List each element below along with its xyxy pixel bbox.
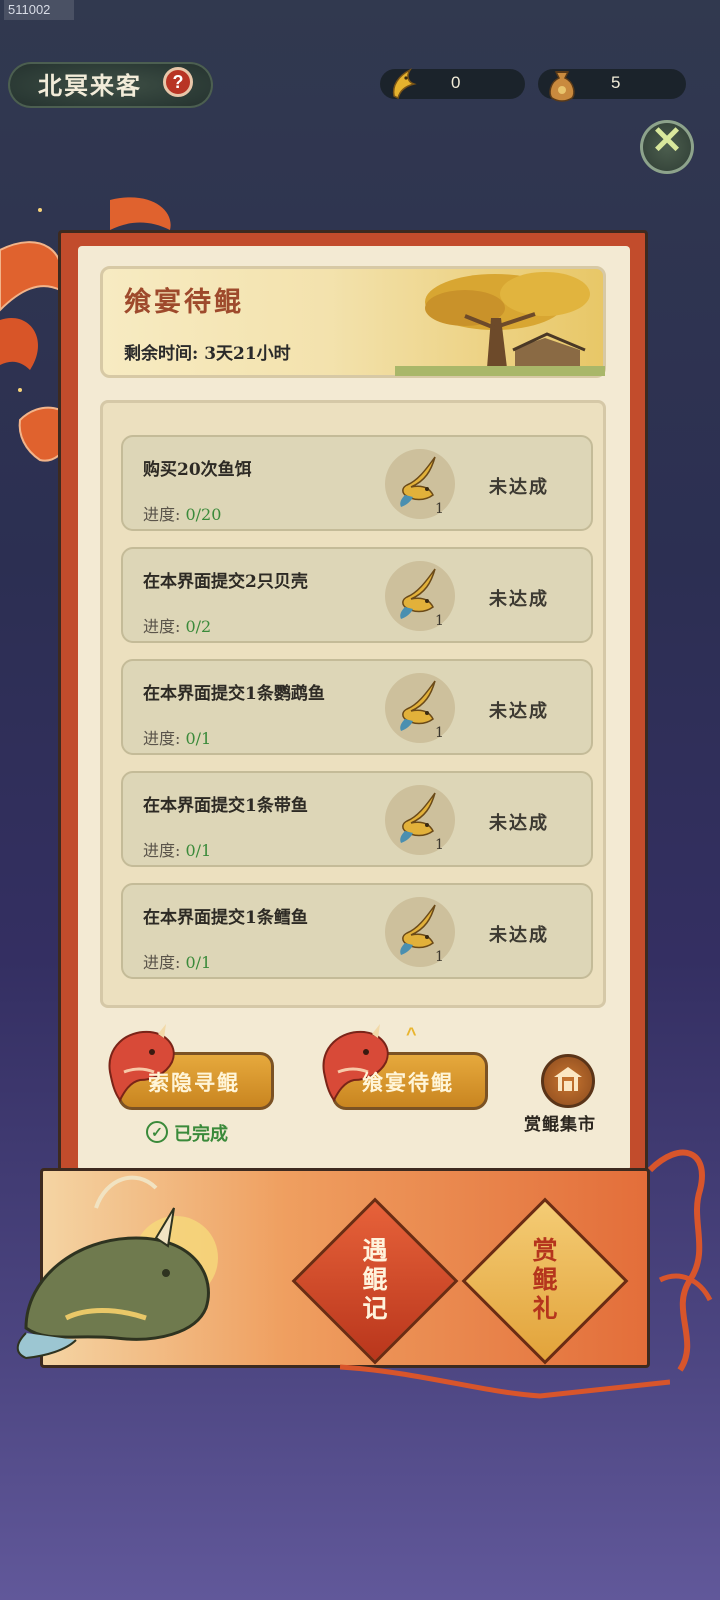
task-progress: 进度: 0/1	[143, 953, 212, 972]
task-status: 未达成	[489, 477, 549, 498]
reward-slot[interactable]	[385, 449, 455, 519]
task-progress: 进度: 0/20	[143, 505, 222, 524]
task-status: 未达成	[489, 589, 549, 610]
scroll-ribbon-icon	[647, 1149, 713, 1372]
close-x-icon[interactable]: ✕	[640, 118, 694, 172]
reward-slot[interactable]	[385, 561, 455, 631]
task-row: 购买20次鱼饵 进度: 0/20 1 未达成	[121, 435, 593, 531]
task-row: 在本界面提交1条鳕鱼 进度: 0/1 1 未达成	[121, 883, 593, 979]
completed-label: 已完成	[174, 1124, 228, 1145]
check-icon: ✓	[146, 1121, 168, 1143]
task-progress: 进度: 0/2	[143, 617, 212, 636]
reward-gift-label[interactable]: 赏鲲礼	[525, 1236, 565, 1323]
currency-bait-value: 5	[611, 73, 621, 92]
bait-sack-icon	[549, 71, 575, 102]
encounter-log-label[interactable]: 遇鲲记	[355, 1236, 395, 1323]
task-row: 在本界面提交2只贝壳 进度: 0/2 1 未达成	[121, 547, 593, 643]
task-list[interactable]: 购买20次鱼饵 进度: 0/20 1 未达成 在本界面提交2只贝壳 进度: 0/…	[100, 400, 606, 1008]
tab-feast-kun-label: 飨宴待鲲	[362, 1070, 454, 1095]
task-status: 未达成	[489, 701, 549, 722]
market-label[interactable]: 赏鲲集市	[524, 1110, 596, 1135]
reward-count: 1	[435, 613, 444, 629]
task-status: 未达成	[489, 813, 549, 834]
scroll-fringe-icon	[340, 1364, 670, 1399]
market-pavilion-icon[interactable]	[541, 1054, 595, 1108]
reward-slot[interactable]	[385, 673, 455, 743]
task-row: 在本界面提交1条鹦鹉鱼 进度: 0/1 1 未达成	[121, 659, 593, 755]
reward-slot[interactable]	[385, 785, 455, 855]
task-status: 未达成	[489, 925, 549, 946]
task-title: 在本界面提交1条带鱼	[143, 796, 308, 816]
up-arrow-icon: ^	[406, 1024, 417, 1044]
reward-slot[interactable]	[385, 897, 455, 967]
task-title: 在本界面提交2只贝壳	[143, 572, 308, 592]
reward-count: 1	[435, 949, 444, 965]
task-title: 在本界面提交1条鳕鱼	[143, 908, 308, 928]
task-progress: 进度: 0/1	[143, 729, 212, 748]
tree-landscape-icon	[395, 272, 605, 376]
task-progress: 进度: 0/1	[143, 841, 212, 860]
reward-count: 1	[435, 725, 444, 741]
remaining-time: 剩余时间: 3天21小时	[124, 344, 291, 364]
task-title: 购买20次鱼饵	[143, 460, 252, 480]
build-id: 511002	[4, 0, 74, 20]
task-title: 在本界面提交1条鹦鹉鱼	[143, 684, 325, 704]
currency-fish-value: 0	[451, 73, 461, 92]
golden-fish-icon	[392, 68, 417, 100]
tab-search-kun-label: 索隐寻鲲	[148, 1070, 240, 1095]
task-row: 在本界面提交1条带鱼 进度: 0/1 1 未达成	[121, 771, 593, 867]
event-name: 北冥来客	[38, 71, 142, 100]
question-mark-icon[interactable]: ?	[163, 67, 193, 97]
reward-count: 1	[435, 501, 444, 517]
golden-whale-icon	[16, 1175, 218, 1360]
reward-count: 1	[435, 837, 444, 853]
banner-title: 飨宴待鲲	[124, 287, 244, 318]
